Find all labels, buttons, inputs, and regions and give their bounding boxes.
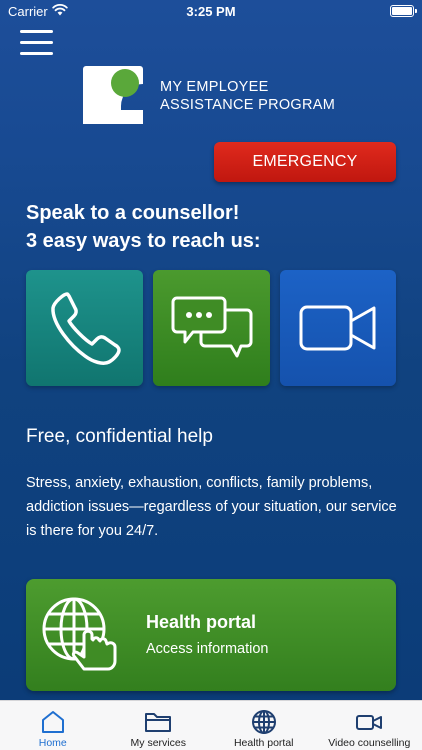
phone-icon <box>50 292 121 365</box>
portal-subtitle: Access information <box>146 641 269 657</box>
eap-logo <box>83 66 143 124</box>
tab-video-counselling[interactable]: Video counselling <box>317 701 422 750</box>
home-icon <box>41 711 64 733</box>
tab-home[interactable]: Home <box>0 701 106 750</box>
menu-bar <box>20 52 53 55</box>
health-portal-card[interactable]: Health portal Access information <box>26 579 396 691</box>
menu-button[interactable] <box>20 30 54 56</box>
headline: Speak to a counsellor! 3 easy ways to re… <box>26 199 261 255</box>
globe-touch-icon <box>42 597 117 671</box>
section-title: Free, confidential help <box>26 426 213 447</box>
video-icon <box>299 305 376 351</box>
video-call-button[interactable] <box>280 270 396 386</box>
tab-label: Video counselling <box>328 737 411 749</box>
brand-line-2: ASSISTANCE PROGRAM <box>160 97 336 113</box>
video-icon <box>356 715 383 730</box>
tab-label: Health portal <box>233 737 294 749</box>
tab-my-services[interactable]: My services <box>106 701 212 750</box>
brand-line-1: MY EMPLOYEE <box>160 79 269 95</box>
tab-bar: Home My services Health portal Video cou… <box>0 700 422 750</box>
status-bar: Carrier 3:25 PM <box>0 0 422 22</box>
menu-bar <box>20 30 53 33</box>
call-button[interactable] <box>26 270 143 386</box>
battery-icon <box>390 5 417 17</box>
tab-health-portal[interactable]: Health portal <box>211 701 317 750</box>
folder-icon <box>145 713 172 732</box>
headline-line-2: 3 easy ways to reach us: <box>26 230 261 252</box>
globe-icon <box>251 710 276 734</box>
clock: 3:25 PM <box>186 4 236 19</box>
chat-button[interactable] <box>153 270 270 386</box>
section-body: Stress, anxiety, exhaustion, conflicts, … <box>26 475 397 539</box>
menu-bar <box>20 41 53 44</box>
headline-line-1: Speak to a counsellor! <box>26 202 240 224</box>
tab-label: My services <box>130 737 186 749</box>
chat-icon <box>171 296 252 358</box>
tab-label: Home <box>38 737 67 749</box>
portal-title: Health portal <box>146 612 257 632</box>
brand-name: MY EMPLOYEE ASSISTANCE PROGRAM <box>160 78 335 114</box>
emergency-button[interactable]: EMERGENCY <box>214 142 396 182</box>
